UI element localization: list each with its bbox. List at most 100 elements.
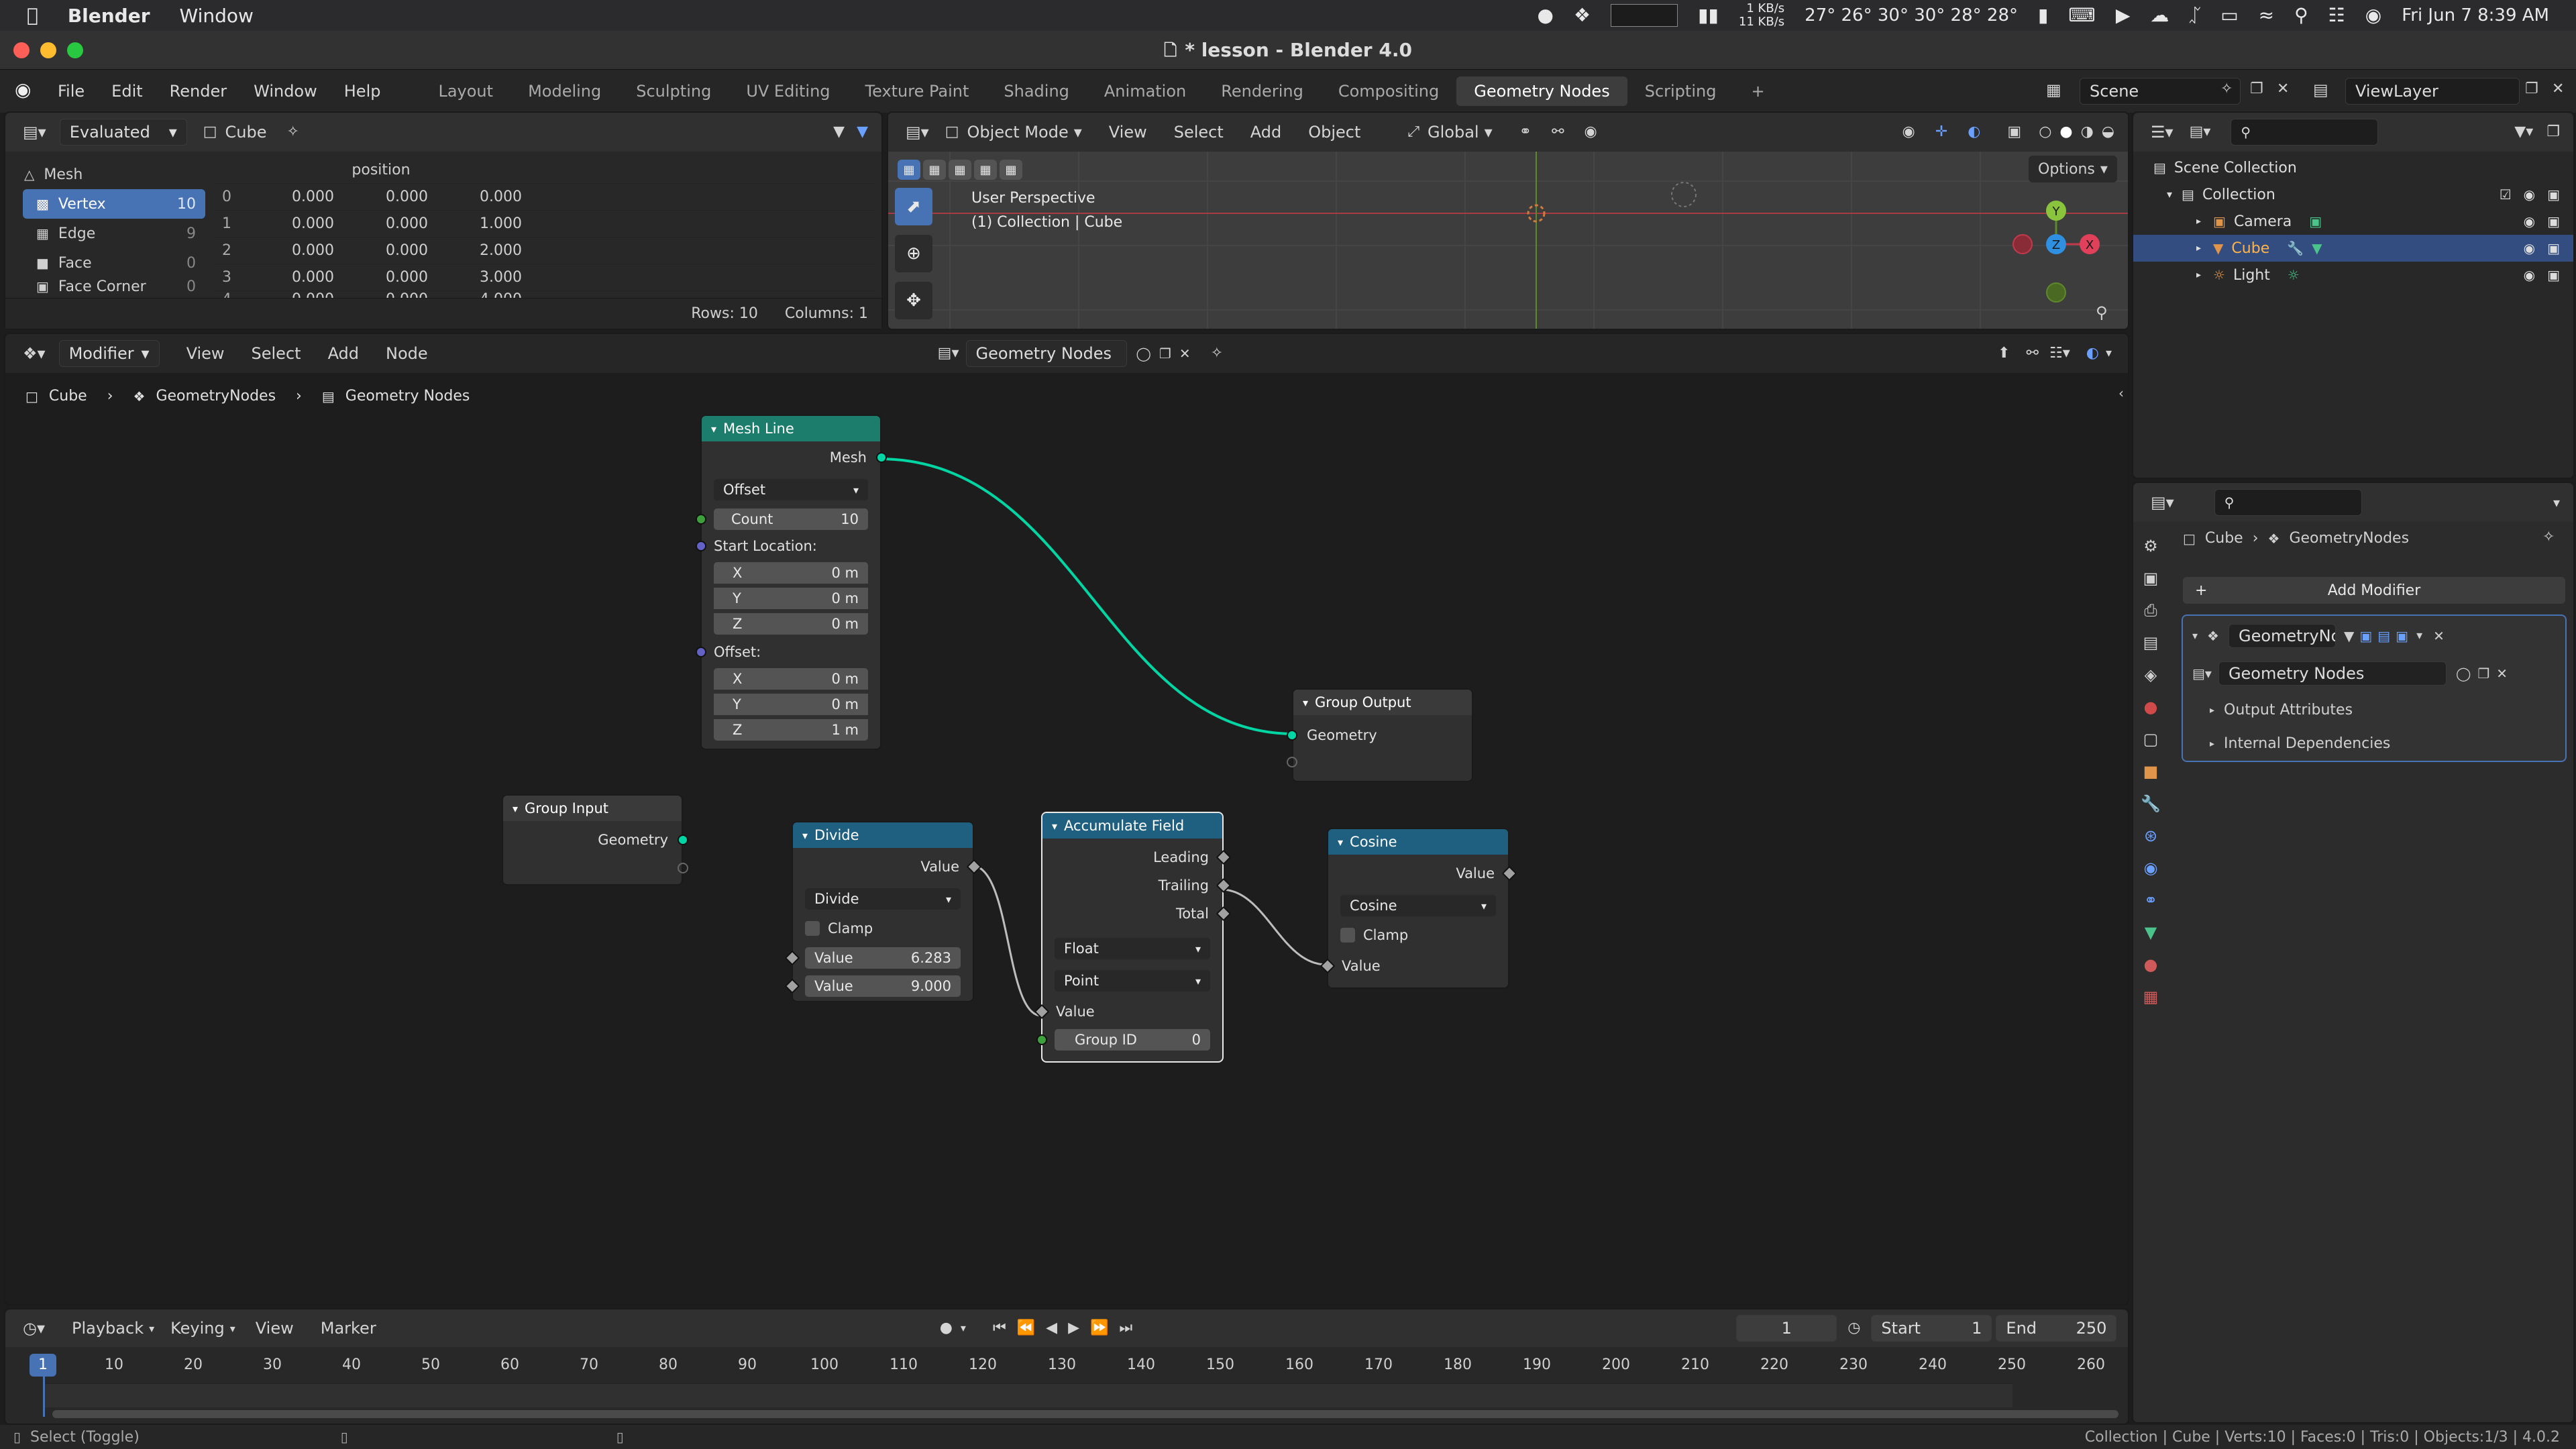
socket-geometry-in[interactable] bbox=[1287, 730, 1297, 741]
start-y-field[interactable]: Y 0 m bbox=[714, 588, 868, 609]
move-tool-icon[interactable]: ✥ bbox=[895, 282, 932, 319]
tab-geometry-nodes[interactable]: Geometry Nodes bbox=[1456, 76, 1627, 106]
data-tab-icon[interactable]: ▼ bbox=[2145, 923, 2157, 942]
zoom-icon[interactable]: ⚲ bbox=[2096, 305, 2108, 321]
status-app-icon[interactable]: ● bbox=[1538, 6, 1554, 25]
filter-icon[interactable]: ▼▾ bbox=[2514, 125, 2533, 140]
editor-type-icon[interactable]: ◷▾ bbox=[23, 1320, 45, 1336]
tab-animation[interactable]: Animation bbox=[1087, 76, 1203, 106]
node-cosine[interactable]: ▾ Cosine Value Cosine ▾ Clamp Value bbox=[1320, 828, 1517, 989]
node-header[interactable]: ▾ Divide bbox=[793, 822, 973, 848]
node-tree-icon[interactable]: ▤▾ bbox=[2192, 667, 2212, 680]
blender-logo-icon[interactable]: ◉ bbox=[15, 80, 31, 99]
render-toggle-icon[interactable]: ▣ bbox=[2396, 629, 2408, 643]
scene-tab-icon[interactable]: ◈ bbox=[2145, 665, 2157, 684]
end-frame-field[interactable]: End 250 bbox=[1996, 1315, 2117, 1342]
operation-dropdown[interactable]: Cosine ▾ bbox=[1340, 895, 1496, 916]
expand-icon[interactable]: ▸ bbox=[2196, 217, 2201, 226]
3d-viewport[interactable]: ▤▾ □ Object Mode ▾ View Select Add Objec… bbox=[887, 111, 2129, 330]
node-group-output[interactable]: ▾ Group Output Geometry bbox=[1287, 688, 1473, 782]
data-type-dropdown[interactable]: Float ▾ bbox=[1055, 938, 1210, 959]
node-header[interactable]: ▾ Group Output bbox=[1293, 690, 1472, 715]
clock-icon[interactable]: ◷ bbox=[1847, 1321, 1860, 1336]
orientation-dropdown[interactable]: Global bbox=[1428, 123, 1479, 142]
play-icon[interactable]: ▶ bbox=[2116, 6, 2131, 25]
viewport-menu-object[interactable]: Object bbox=[1308, 123, 1360, 142]
checkbox-icon[interactable]: ☑ bbox=[2500, 188, 2512, 201]
fake-user-icon[interactable]: ◯ bbox=[2456, 667, 2471, 680]
viewport-menu-view[interactable]: View bbox=[1109, 123, 1147, 142]
menu-file[interactable]: File bbox=[58, 82, 85, 101]
outliner-item-camera[interactable]: ▸ ▣ Camera ▣ ◉ ▣ bbox=[2133, 208, 2573, 235]
prev-keyframe-icon[interactable]: ⏪ bbox=[1017, 1321, 1035, 1336]
control-center-icon[interactable]: ☷ bbox=[2328, 6, 2345, 25]
timeline-ruler[interactable]: 1 10 20 30 40 50 60 70 80 90 100 110 120… bbox=[5, 1348, 2128, 1382]
operation-dropdown[interactable]: Divide ▾ bbox=[805, 888, 961, 910]
mode-dropdown[interactable]: Offset ▾ bbox=[714, 479, 868, 500]
node-group-field[interactable]: Geometry Nodes bbox=[2218, 661, 2447, 686]
menu-edit[interactable]: Edit bbox=[111, 82, 142, 101]
collapse-icon[interactable]: ▾ bbox=[1338, 836, 1343, 849]
camera-render-icon[interactable]: ▣ bbox=[2547, 241, 2560, 255]
node-divide[interactable]: ▾ Divide Value Divide ▾ Clamp Value 6.28… bbox=[784, 821, 982, 1002]
editor-type-icon[interactable]: ☰▾ bbox=[2151, 124, 2174, 140]
camera-render-icon[interactable]: ▣ bbox=[2547, 188, 2560, 201]
start-frame-field[interactable]: Start 1 bbox=[1871, 1315, 1992, 1342]
tab-modeling[interactable]: Modeling bbox=[511, 76, 619, 106]
object-tab-icon[interactable]: ■ bbox=[2143, 762, 2159, 781]
timeline-menu-marker[interactable]: Marker bbox=[321, 1319, 376, 1338]
expand-icon[interactable]: ▸ bbox=[2196, 244, 2201, 253]
panel-internal-dependencies[interactable]: ▸ Internal Dependencies bbox=[2210, 735, 2390, 752]
viewport-menu-select[interactable]: Select bbox=[1174, 123, 1224, 142]
rendered-shading-icon[interactable]: ◒ bbox=[2102, 125, 2114, 140]
value-2-field[interactable]: Value 9.000 bbox=[805, 975, 961, 997]
dropdown-icon[interactable]: ▾ bbox=[2416, 630, 2422, 642]
editor-type-icon[interactable]: ▤▾ bbox=[906, 124, 929, 140]
node-group-input[interactable]: ▾ Group Input Geometry bbox=[502, 794, 688, 885]
domain-mesh[interactable]: △ Mesh bbox=[11, 160, 205, 189]
duplicate-icon[interactable]: ❐ bbox=[2477, 667, 2489, 680]
display-mode-icon[interactable]: ▤▾ bbox=[2190, 125, 2211, 140]
viewport-toggle-icon[interactable]: ▤ bbox=[2377, 629, 2390, 643]
material-shading-icon[interactable]: ◑ bbox=[2081, 125, 2094, 140]
options-button[interactable]: Options ▾ bbox=[2029, 156, 2117, 182]
delete-viewlayer-icon[interactable]: ✕ bbox=[2552, 82, 2564, 97]
close-window-button[interactable] bbox=[13, 42, 30, 58]
new-collection-icon[interactable]: ❐ bbox=[2546, 125, 2560, 140]
navigation-gizmo[interactable]: Y X Z bbox=[1999, 185, 2113, 319]
current-frame-field[interactable]: 1 bbox=[1736, 1315, 1837, 1342]
bluetooth-icon[interactable]: ᛢ bbox=[2189, 6, 2200, 25]
socket-empty-out[interactable] bbox=[678, 863, 688, 873]
jump-start-icon[interactable]: ⏮ bbox=[993, 1321, 1006, 1336]
menu-help[interactable]: Help bbox=[344, 82, 381, 101]
offset-y-field[interactable]: Y 0 m bbox=[714, 694, 868, 715]
playhead-line[interactable] bbox=[43, 1377, 45, 1417]
tab-uv-editing[interactable]: UV Editing bbox=[729, 76, 847, 106]
wifi-icon[interactable]: ≈ bbox=[2259, 6, 2274, 25]
dropbox-icon[interactable]: ❖ bbox=[1574, 6, 1591, 25]
app-menu[interactable]: Blender bbox=[68, 5, 150, 27]
select-subtract-button[interactable]: ▦ bbox=[949, 160, 971, 180]
clamp-checkbox[interactable]: Clamp bbox=[793, 916, 973, 941]
tab-layout[interactable]: Layout bbox=[421, 76, 511, 106]
keyboard-icon[interactable]: ⌨ bbox=[2068, 6, 2095, 25]
tab-scripting[interactable]: Scripting bbox=[1627, 76, 1734, 106]
collapse-icon[interactable]: ▾ bbox=[1052, 820, 1057, 833]
texture-tab-icon[interactable]: ▦ bbox=[2143, 987, 2159, 1006]
socket-offset-in[interactable] bbox=[696, 647, 706, 657]
options-dropdown-icon[interactable]: ▾ bbox=[2553, 496, 2560, 509]
domain-face[interactable]: ■ Face 0 bbox=[23, 248, 205, 278]
view-layer-tab-icon[interactable]: ▤ bbox=[2143, 633, 2159, 652]
timeline-scrollbar[interactable] bbox=[52, 1410, 2118, 1418]
mode-dropdown[interactable]: Object Mode bbox=[967, 123, 1069, 142]
editor-type-icon[interactable]: ▤▾ bbox=[2151, 494, 2174, 511]
window-menu[interactable]: Window bbox=[180, 5, 254, 27]
camera-render-icon[interactable]: ▣ bbox=[2547, 268, 2560, 282]
clock[interactable]: Fri Jun 7 8:39 AM bbox=[2402, 5, 2549, 25]
cloud-icon[interactable]: ☁ bbox=[2150, 6, 2169, 25]
modifier-tab-icon[interactable]: 🔧 bbox=[2141, 794, 2161, 813]
node-header[interactable]: ▾ Accumulate Field bbox=[1042, 813, 1222, 839]
material-tab-icon[interactable]: ● bbox=[2144, 955, 2158, 974]
socket-group-id-in[interactable] bbox=[1036, 1034, 1047, 1045]
offset-x-field[interactable]: X 0 m bbox=[714, 668, 868, 690]
